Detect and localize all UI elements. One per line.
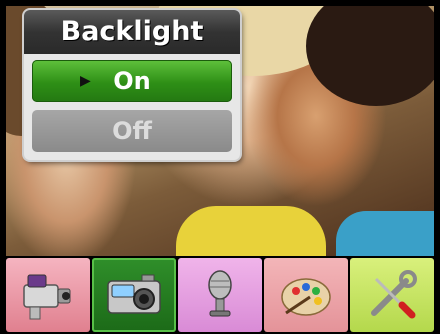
wrench-screwdriver-icon: [371, 270, 417, 319]
selection-cursor-icon: ▶: [80, 73, 91, 89]
camera-mode-button[interactable]: [92, 258, 176, 332]
digital-camera-icon: [107, 274, 161, 314]
video-camera-icon: [23, 274, 71, 320]
backlight-dialog: Backlight ▶ On Off: [24, 10, 240, 160]
option-on-label: On: [113, 67, 151, 95]
microphone-icon: [208, 270, 232, 317]
option-off-label: Off: [112, 117, 152, 145]
shirt-decoration: [176, 206, 326, 256]
paint-palette-icon: [281, 278, 331, 316]
option-off[interactable]: Off: [32, 110, 232, 152]
mode-menu-bar: [0, 256, 440, 334]
hair-decoration: [306, 6, 434, 106]
art-effects-button[interactable]: [264, 258, 348, 332]
audio-mode-button[interactable]: [178, 258, 262, 332]
setup-button[interactable]: [350, 258, 434, 332]
video-mode-button[interactable]: [6, 258, 90, 332]
shirt-decoration: [336, 211, 434, 256]
option-on[interactable]: ▶ On: [32, 60, 232, 102]
dialog-title: Backlight: [24, 10, 240, 54]
